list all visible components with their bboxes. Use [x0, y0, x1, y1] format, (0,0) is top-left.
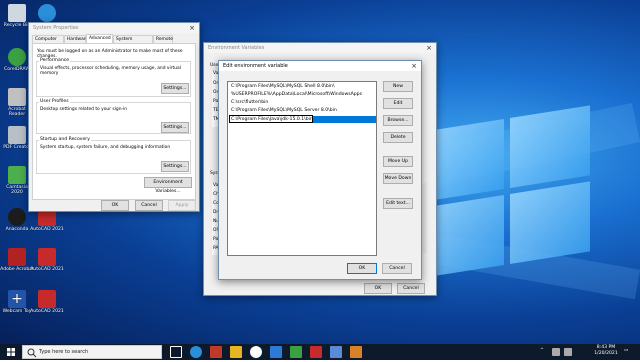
apply-button[interactable]: Apply [168, 200, 196, 211]
pdf-creator-icon [8, 126, 26, 144]
performance-settings-button[interactable]: Settings... [161, 83, 189, 94]
new-button[interactable]: New [383, 81, 413, 92]
file-explorer-icon[interactable] [230, 346, 242, 358]
move-down-button[interactable]: Move Down [383, 173, 413, 184]
window-title: Edit environment variable [223, 63, 288, 69]
camtasia-icon[interactable] [290, 346, 302, 358]
app-icon[interactable] [310, 346, 322, 358]
list-item[interactable]: C:\Program Files\MySQL\MySQL Shell 8.0\b… [231, 83, 335, 91]
desktop-icon-autocad-3[interactable]: AutoCAD 2021 [30, 290, 64, 314]
user-variables-label: Use [210, 63, 219, 68]
user-profiles-group: User Profiles Desktop settings related t… [36, 99, 191, 134]
user-profiles-description: Desktop settings related to your sign-in [40, 107, 128, 112]
edit-button[interactable]: Edit [383, 98, 413, 109]
browse-button[interactable]: Browse... [383, 115, 413, 126]
close-icon[interactable]: × [424, 43, 434, 53]
plus-icon: + [8, 290, 26, 308]
anaconda-icon [8, 208, 26, 226]
tab-hardware[interactable]: Hardware [64, 35, 88, 43]
app-icon[interactable] [350, 346, 362, 358]
acrobat-icon [8, 248, 26, 266]
desktop-icon-webcam[interactable]: + Webcam Toy [0, 290, 34, 314]
ok-button[interactable]: OK [347, 263, 377, 274]
app-icon[interactable] [330, 346, 342, 358]
tab-computer-name[interactable]: Computer Name [32, 35, 64, 50]
user-profiles-settings-button[interactable]: Settings... [161, 122, 189, 133]
network-icon[interactable] [552, 348, 560, 356]
cancel-button[interactable]: Cancel [382, 263, 412, 274]
search-placeholder: Type here to search [39, 349, 89, 355]
edit-text-button[interactable]: Edit text... [383, 198, 413, 209]
list-item[interactable]: C:\src\flutter\bin [231, 99, 268, 107]
search-icon [27, 348, 37, 358]
ok-button[interactable]: OK [364, 283, 392, 294]
app-icon[interactable] [210, 346, 222, 358]
edge-icon [38, 4, 56, 22]
list-item[interactable]: %USERPROFILE%\AppData\Local\Microsoft\Wi… [231, 91, 362, 99]
windows-start-icon [7, 348, 15, 356]
autocad-icon [38, 248, 56, 266]
close-icon[interactable]: × [187, 23, 197, 33]
tab-system-protection[interactable]: System Protection [113, 35, 153, 50]
startup-recovery-description: System startup, system failure, and debu… [40, 145, 171, 150]
tab-advanced[interactable]: Advanced [86, 34, 113, 43]
window-title: Environment Variables [208, 45, 265, 51]
task-view-icon[interactable] [170, 346, 182, 358]
clock[interactable]: 8:43 PM 1/20/2021 [592, 345, 620, 357]
cancel-button[interactable]: Cancel [397, 283, 425, 294]
path-edit-field[interactable]: C:\Program Files\Java\jdk-15.0.1\bin [229, 115, 313, 123]
tray-up-arrow-icon[interactable]: ^ [540, 348, 544, 353]
document-icon [8, 88, 26, 106]
edit-dialog-titlebar[interactable]: Edit environment variable × [219, 61, 421, 71]
desktop: Recycle Bin Microsoft Edge CorelDRAW Acr… [0, 0, 640, 344]
system-properties-window: System Properties × Computer Name Hardwa… [28, 22, 200, 212]
desktop-icon-adobe-acrobat[interactable]: Adobe Acrobat [0, 248, 34, 272]
startup-recovery-group: Startup and Recovery System startup, sys… [36, 137, 191, 174]
user-profiles-label: User Profiles [39, 99, 70, 104]
edge-icon[interactable] [190, 346, 202, 358]
path-entries-list[interactable]: C:\Program Files\MySQL\MySQL Shell 8.0\b… [227, 81, 377, 256]
environment-variables-button[interactable]: Environment Variables... [144, 177, 192, 194]
start-button[interactable] [0, 344, 22, 360]
close-icon[interactable]: × [409, 61, 419, 71]
system-properties-titlebar[interactable]: System Properties × [29, 23, 199, 33]
performance-group: Performance Visual effects, processor sc… [36, 58, 191, 97]
environment-variables-titlebar[interactable]: Environment Variables × [204, 43, 436, 53]
autocad-icon [38, 290, 56, 308]
word-icon[interactable] [270, 346, 282, 358]
edit-environment-variable-dialog: Edit environment variable × C:\Program F… [218, 60, 422, 280]
taskbar-search-box[interactable]: Type here to search [22, 345, 162, 359]
volume-icon[interactable] [564, 348, 572, 356]
clock-date: 1/20/2021 [594, 351, 618, 356]
window-title: System Properties [33, 25, 79, 31]
startup-settings-button[interactable]: Settings... [161, 161, 189, 172]
performance-description: Visual effects, processor scheduling, me… [40, 66, 181, 76]
chrome-icon[interactable] [250, 346, 262, 358]
delete-button[interactable]: Delete [383, 132, 413, 143]
list-item[interactable]: C:\Program Files\MySQL\MySQL Server 8.0\… [231, 107, 337, 115]
move-up-button[interactable]: Move Up [383, 156, 413, 167]
recycle-bin-icon [8, 4, 26, 22]
tab-panel-advanced: You must be logged on as an Administrato… [32, 43, 196, 200]
taskbar: Type here to search ^ 8:43 PM 1/20/2021 … [0, 344, 640, 360]
windows-logo-wallpaper [430, 105, 590, 280]
notification-icon[interactable]: ▭ [624, 348, 628, 353]
performance-label: Performance [39, 58, 71, 63]
tab-remote[interactable]: Remote [153, 35, 173, 43]
desktop-icon-autocad-2[interactable]: AutoCAD 2021 [30, 248, 64, 272]
camtasia-icon [8, 166, 26, 184]
coreldraw-icon [8, 48, 26, 66]
cancel-button[interactable]: Cancel [135, 200, 163, 211]
ok-button[interactable]: OK [101, 200, 129, 211]
startup-recovery-label: Startup and Recovery [39, 137, 91, 142]
